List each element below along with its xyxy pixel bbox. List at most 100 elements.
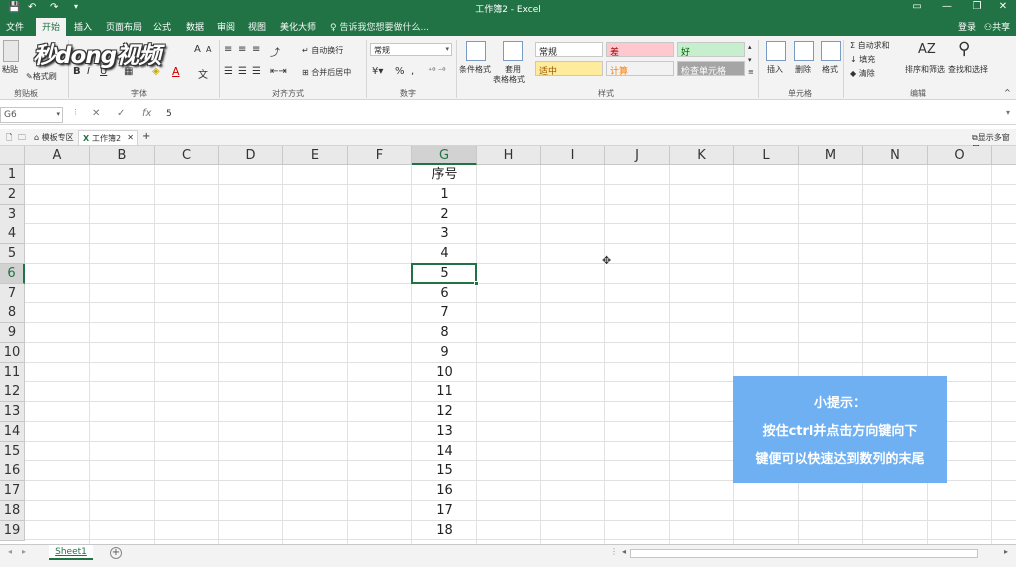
- cell-g16[interactable]: 15: [412, 461, 477, 481]
- next-sheet-icon[interactable]: ▸: [22, 547, 26, 556]
- row-header-1[interactable]: 1: [0, 165, 25, 185]
- prev-sheet-icon[interactable]: ◂: [8, 547, 12, 556]
- paste-icon[interactable]: [3, 40, 19, 62]
- col-header-h[interactable]: H: [477, 146, 541, 165]
- style-check-cell[interactable]: 检查单元格: [677, 61, 745, 77]
- cell-g3[interactable]: 2: [412, 205, 477, 225]
- cell-g13[interactable]: 12: [412, 402, 477, 422]
- horizontal-scrollbar[interactable]: [630, 549, 978, 558]
- col-header-i[interactable]: I: [541, 146, 605, 165]
- tab-insert[interactable]: 插入: [74, 20, 92, 33]
- expand-formula-icon[interactable]: ▾: [1006, 108, 1010, 117]
- col-header-b[interactable]: B: [90, 146, 155, 165]
- format-painter-button[interactable]: ✎格式刷: [26, 71, 57, 82]
- paste-button[interactable]: 粘贴: [2, 64, 18, 75]
- row-header-17[interactable]: 17: [0, 481, 25, 501]
- cell-g17[interactable]: 16: [412, 481, 477, 501]
- fill-button[interactable]: ↓ 填充: [850, 54, 875, 65]
- currency-icon[interactable]: ¥▾: [372, 66, 383, 77]
- cell-g11[interactable]: 10: [412, 363, 477, 383]
- style-neutral[interactable]: 适中: [535, 61, 603, 77]
- styles-scroll-up-icon[interactable]: ▴: [748, 43, 752, 51]
- col-header-k[interactable]: K: [670, 146, 734, 165]
- col-header-c[interactable]: C: [155, 146, 219, 165]
- cell-g7[interactable]: 6: [412, 284, 477, 304]
- folder-icon[interactable]: 🗀: [14, 130, 30, 145]
- select-all-corner[interactable]: [0, 146, 25, 165]
- insert-function-icon[interactable]: fx: [142, 108, 151, 119]
- minimize-icon[interactable]: —: [932, 1, 962, 12]
- row-header-13[interactable]: 13: [0, 402, 25, 422]
- scroll-left-icon[interactable]: ◂: [622, 547, 626, 556]
- formula-input[interactable]: 5: [166, 109, 172, 119]
- name-box[interactable]: G6 ▾: [0, 107, 63, 123]
- tab-beautify[interactable]: 美化大师: [280, 20, 316, 33]
- comma-button[interactable]: ,: [411, 66, 414, 77]
- row-header-11[interactable]: 11: [0, 363, 25, 383]
- delete-cells-icon[interactable]: [794, 41, 814, 61]
- row-header-15[interactable]: 15: [0, 442, 25, 462]
- align-middle-icon[interactable]: ≡: [238, 44, 246, 55]
- row-header-6[interactable]: 6: [0, 264, 25, 284]
- wrap-text-button[interactable]: ↵ 自动换行: [302, 45, 343, 56]
- col-header-g[interactable]: G: [412, 146, 477, 165]
- col-header-m[interactable]: M: [799, 146, 863, 165]
- style-good[interactable]: 好: [677, 42, 745, 58]
- align-top-icon[interactable]: ≡: [224, 44, 232, 55]
- sheet-tab-sheet1[interactable]: Sheet1: [49, 545, 93, 560]
- cell-g12[interactable]: 11: [412, 382, 477, 402]
- clear-button[interactable]: ◆ 清除: [850, 68, 875, 79]
- col-header-l[interactable]: L: [734, 146, 799, 165]
- shrink-font-button[interactable]: A: [206, 45, 211, 54]
- styles-more-icon[interactable]: ≡: [748, 68, 754, 76]
- tell-me-search[interactable]: ♀ 告诉我您想要做什么...: [330, 20, 429, 33]
- add-sheet-button[interactable]: +: [110, 547, 122, 559]
- row-header-3[interactable]: 3: [0, 205, 25, 225]
- tab-formulas[interactable]: 公式: [153, 20, 171, 33]
- fill-handle[interactable]: [474, 281, 479, 286]
- cell-g8[interactable]: 7: [412, 303, 477, 323]
- ribbon-display-icon[interactable]: ▭: [902, 1, 932, 12]
- cell-g2[interactable]: 1: [412, 185, 477, 205]
- col-header-d[interactable]: D: [219, 146, 283, 165]
- doctab-template[interactable]: ⌂ 模板专区: [30, 130, 78, 145]
- cell-g14[interactable]: 13: [412, 422, 477, 442]
- cell-g4[interactable]: 3: [412, 224, 477, 244]
- login-link[interactable]: 登录: [958, 20, 976, 33]
- scroll-right-icon[interactable]: ▸: [1004, 547, 1008, 556]
- close-icon[interactable]: ✕: [988, 1, 1016, 12]
- multi-window-button[interactable]: ⧉显示多窗口: [968, 130, 1016, 153]
- enter-icon[interactable]: ✓: [117, 108, 125, 119]
- percent-button[interactable]: %: [395, 66, 405, 77]
- style-bad[interactable]: 差: [606, 42, 674, 58]
- row-header-9[interactable]: 9: [0, 323, 25, 343]
- row-header-16[interactable]: 16: [0, 461, 25, 481]
- close-tab-icon[interactable]: ✕: [127, 133, 134, 142]
- align-center-icon[interactable]: ☰: [238, 66, 247, 77]
- style-calculation[interactable]: 计算: [606, 61, 674, 77]
- tab-split-icon[interactable]: ⋮: [610, 547, 618, 556]
- tab-data[interactable]: 数据: [186, 20, 204, 33]
- row-header-18[interactable]: 18: [0, 501, 25, 521]
- row-header-4[interactable]: 4: [0, 224, 25, 244]
- col-header-o[interactable]: O: [928, 146, 992, 165]
- table-format-label-2[interactable]: 表格格式: [493, 74, 525, 85]
- find-icon[interactable]: ⚲: [958, 39, 970, 59]
- grow-font-button[interactable]: A: [194, 44, 201, 55]
- cell-g9[interactable]: 8: [412, 323, 477, 343]
- cancel-icon[interactable]: ✕: [92, 108, 100, 119]
- styles-scroll-down-icon[interactable]: ▾: [748, 56, 752, 64]
- style-normal[interactable]: 常规: [535, 42, 603, 58]
- font-color-button[interactable]: A: [172, 65, 180, 78]
- indent-icon[interactable]: ⇤⇥: [270, 66, 287, 77]
- cell-g5[interactable]: 4: [412, 244, 477, 264]
- align-left-icon[interactable]: ☰: [224, 66, 233, 77]
- cell-g18[interactable]: 17: [412, 501, 477, 521]
- tab-view[interactable]: 视图: [248, 20, 266, 33]
- share-button[interactable]: ⚇共享: [984, 20, 1010, 33]
- delete-cells-button[interactable]: 删除: [795, 64, 811, 75]
- autosum-button[interactable]: Σ 自动求和: [850, 40, 890, 51]
- cell-g10[interactable]: 9: [412, 343, 477, 363]
- col-header-a[interactable]: A: [25, 146, 90, 165]
- merge-center-button[interactable]: ⊞ 合并后居中: [302, 67, 351, 78]
